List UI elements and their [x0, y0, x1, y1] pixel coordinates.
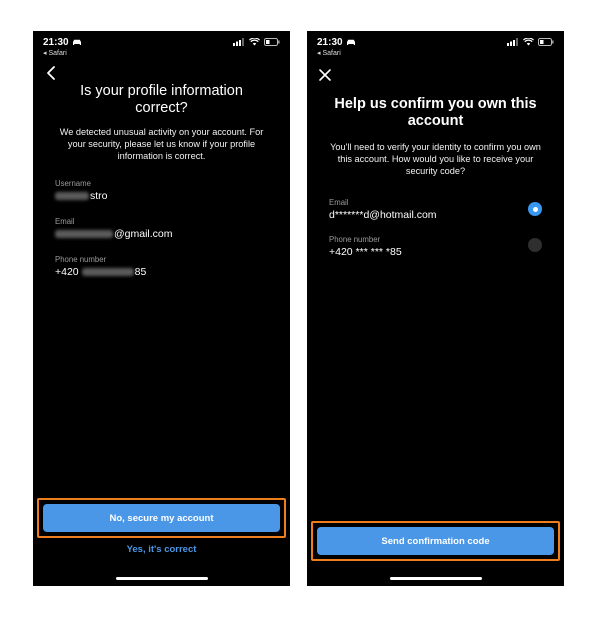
username-field: Username stro [55, 179, 270, 203]
phone-field: Phone number +420 85 [55, 255, 270, 279]
email-field: Email @gmail.com [55, 217, 270, 241]
email-label: Email [55, 217, 75, 226]
phone-option-label: Phone number [329, 235, 381, 244]
battery-icon [538, 38, 554, 46]
phone-option[interactable]: Phone number +420 *** *** *85 [329, 235, 544, 259]
wifi-icon [523, 38, 534, 46]
status-time: 21:30 [43, 37, 82, 48]
car-icon [72, 39, 81, 45]
home-indicator[interactable] [389, 577, 482, 580]
page-title: Help us confirm you own this account [334, 96, 537, 129]
username-label: Username [55, 179, 91, 188]
redacted-blur [81, 268, 134, 277]
phone-screen-profile-check: 21:30 ◂ Safari Is your profile informati… [33, 31, 290, 586]
back-to-app-label[interactable]: ◂ Safari [317, 49, 341, 57]
email-option-radio[interactable] [528, 202, 542, 216]
page-description: We detected unusual activity on your acc… [59, 127, 264, 161]
signal-icon [233, 38, 244, 46]
status-bar: 21:30 ◂ Safari [317, 37, 554, 61]
phone-option-radio[interactable] [528, 238, 542, 252]
send-confirmation-code-button[interactable]: Send confirmation code [317, 527, 554, 555]
status-time: 21:30 [317, 37, 356, 48]
car-icon [346, 39, 355, 45]
home-indicator[interactable] [115, 577, 208, 580]
username-value: stro [55, 189, 270, 203]
status-bar: 21:30 ◂ Safari [43, 37, 280, 61]
email-option-value: d*******d@hotmail.com [329, 209, 437, 221]
phone-screen-confirm-account: 21:30 ◂ Safari Help us confirm you own t… [307, 31, 564, 586]
status-icons [233, 38, 280, 46]
secure-account-button[interactable]: No, secure my account [43, 504, 280, 532]
battery-icon [264, 38, 280, 46]
wifi-icon [249, 38, 260, 46]
back-chevron-icon[interactable] [43, 65, 59, 81]
email-value: @gmail.com [55, 227, 270, 241]
phone-value: +420 85 [55, 266, 147, 278]
close-icon[interactable] [317, 67, 333, 83]
redacted-blur [55, 192, 89, 201]
back-to-app-label[interactable]: ◂ Safari [43, 49, 67, 57]
email-option[interactable]: Email d*******d@hotmail.com [329, 198, 544, 222]
phone-label: Phone number [55, 255, 107, 264]
page-title: Is your profile information correct? [80, 83, 243, 116]
confirm-correct-button[interactable]: Yes, it's correct [33, 544, 290, 555]
email-option-label: Email [329, 198, 349, 207]
phone-option-value: +420 *** *** *85 [329, 246, 402, 258]
status-icons [507, 38, 554, 46]
signal-icon [507, 38, 518, 46]
redacted-blur [55, 230, 113, 239]
page-description: You'll need to verify your identity to c… [330, 142, 541, 176]
